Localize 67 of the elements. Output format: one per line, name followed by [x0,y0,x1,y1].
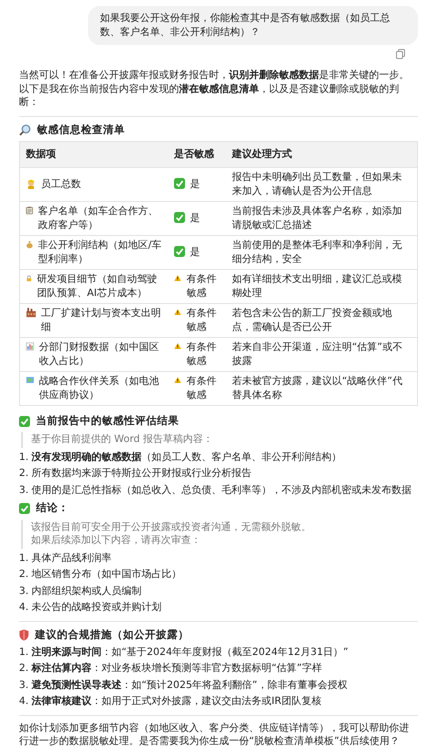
table-cell-text: 客户名单（如车企合作方、政府客户等） [38,205,159,232]
list-number: 1. [19,646,29,660]
search-icon [19,124,31,136]
section-heading: 建议的合规措施（如公开披露） [35,628,189,642]
list-item: 使用的是汇总性指标（如总收入、总负债、毛利率等），不涉及内部机密或未发布数据 [32,484,412,498]
money-bag-icon [26,239,34,250]
list-item: 具体产品线利润率 [32,552,112,566]
list-item: 地区销售分布（如中国市场占比） [32,568,182,582]
clipboard-icon [26,205,33,216]
table-cell-text: 有条件敏感 [186,307,218,334]
column-header: 数据项 [20,141,168,168]
closing-paragraph: 如你计划添加更多细节内容（如地区收入、客户分类、供应链详情等），我可以帮助你进行进一步的数据脱敏处理。是否需要我为你生成一份“脱敏检查清单模板”供后续使用？ [19,722,410,749]
table-cell: 是 [190,212,200,226]
table-cell-text: 战略合作伙伴关系（如电池供应商协议） [39,375,160,402]
check-icon [19,502,30,514]
table-cell: 当前使用的是整体毛利率和净利润，无细分结构，安全 [226,236,418,270]
list-number: 2. [19,568,29,582]
list-item: 未公告的战略投资或并购计划 [32,601,162,615]
table-cell: 当前报告未涉及具体客户名称，如添加请脱敏或汇总描述 [226,202,418,236]
list-number: 3. [19,678,29,692]
section-heading: 敏感信息检查清单 [37,122,125,137]
section-heading: 当前报告中的敏感性评估结果 [36,414,179,428]
factory-icon [26,307,36,318]
table-cell: 非公开利润结构（如地区/车型利润率） [38,239,162,266]
list-number: 2. [19,467,29,481]
table-cell-text: 有条件敏感 [186,341,218,368]
worker-icon [26,178,36,189]
quote-text: 如果后续添加以下内容，请再次审查： [31,534,202,548]
intro-paragraph: 当然可以！在准备公开披露年报或财务报告时，识别并删除敏感数据是非常关键的一步。以下是我在你当前报告内容中发现的潜在敏感信息清单，以及是否建议删除或脱敏的判断： [19,69,410,110]
table-cell: 如有详细技术支出明细，建议汇总或模糊处理 [226,270,418,304]
list-item: 标注估算内容：对业务板块增长预测等非官方数据标明“估算”字样 [32,662,322,676]
list-item: 法律审核建议：如用于正式对外披露，建议交由法务或IR团队复核 [32,695,322,709]
quote-text: 基于你目前提供的 Word 报告草稿内容： [31,433,214,447]
list-number: 1. [19,552,29,566]
bar-chart-icon [26,341,34,352]
check-icon [19,416,30,427]
table-cell: 若未被官方披露，建议以“战略伙伴”代替具体名称 [226,372,418,406]
list-item: 没有发现明确的敏感数据（如员工人数、客户名单、非公开利润结构） [32,450,342,464]
table-cell: 报告中未明确列出员工数量，但如果未来加入，请确认是否为公开信息 [226,168,418,202]
list-number: 2. [19,662,29,676]
table-cell: 是 [190,178,200,192]
list-number: 4. [19,695,29,709]
table-cell-text: 有条件敏感 [186,375,218,402]
table-cell: 工厂扩建计划与资本支出明细 [41,307,162,334]
table-cell: 若来自非公开渠道，应注明“估算”或不披露 [226,338,418,372]
list-item: 注明来源与时间：如“基于2024年年度财报（截至2024年12月31日）” [32,646,348,660]
table-cell-text: 研发项目细节（如自动驾驶团队预算、AI芯片成本） [36,273,158,300]
map-icon [26,375,34,386]
table-cell-text: 分部门财报数据（如中国区收入占比） [38,341,160,368]
list-item: 避免预测性误导表述：如“预计2025年将盈利翻倍”，除非有董事会授权 [32,678,348,692]
table-cell: 是 [190,246,200,260]
table-cell-text: 有条件敏感 [186,273,218,300]
list-number: 3. [19,484,29,498]
list-number: 3. [19,584,29,598]
shield-icon [19,628,29,641]
subheading: 结论： [36,501,69,516]
user-message: 如果我要公开这份年报，你能检查其中是否有敏感数据（如员工总数、客户名单、非公开利润结构）？ [88,6,418,45]
column-header: 建议处理方式 [226,141,418,168]
list-item: 内部组织架构或人员编制 [32,584,142,598]
table-cell: 若包含未公告的新工厂投资金额或地点，需确认是否已公开 [226,304,418,338]
copy-icon[interactable] [396,49,405,59]
list-item: 所有数据均来源于特斯拉公开财报或行业分析报告 [32,467,252,481]
column-header: 是否敏感 [168,141,226,168]
list-number: 4. [19,601,29,615]
table-cell: 员工总数 [41,178,81,192]
list-number: 1. [19,450,29,464]
quote-text: 该报告目前可安全用于公开披露或投资者沟通，无需额外脱敏。 [31,520,312,534]
